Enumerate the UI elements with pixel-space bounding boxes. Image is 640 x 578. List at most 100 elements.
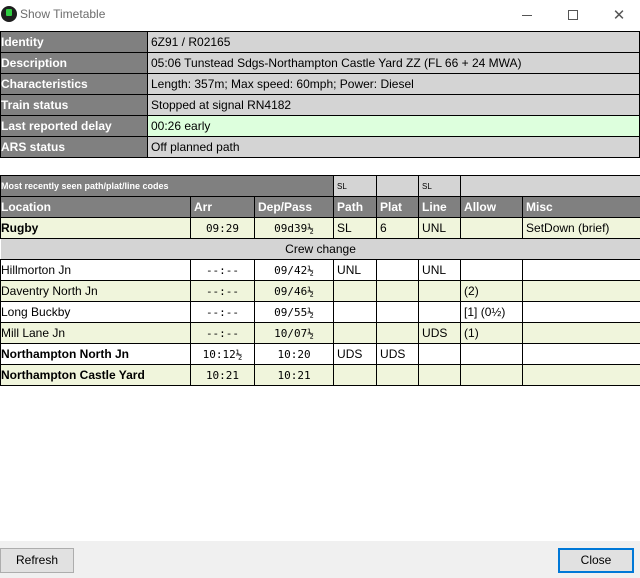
cell-arr: 09:29 <box>190 217 255 239</box>
cell-dep: 09/42½ <box>253 259 335 281</box>
column-header[interactable]: Arr <box>190 196 255 218</box>
cell-plat <box>376 364 420 386</box>
cell-misc: SetDown (brief) <box>522 217 640 239</box>
column-header[interactable]: Misc <box>522 196 640 218</box>
table-row[interactable]: Daventry North Jn --:-- 09/46½ (2) <box>0 280 640 302</box>
maximize-icon <box>568 10 578 20</box>
cell-allow: (2) <box>460 280 524 302</box>
cell-location: Daventry North Jn <box>0 280 191 302</box>
cell-misc <box>522 259 640 281</box>
refresh-button[interactable]: Refresh <box>0 548 74 573</box>
info-row-delay: Last reported delay 00:26 early <box>0 115 640 137</box>
table-row[interactable]: Long Buckby --:-- 09/55½ [1] (0½) <box>0 301 640 323</box>
info-value: Length: 357m; Max speed: 60mph; Power: D… <box>147 73 640 95</box>
train-info-table: Identity 6Z91 / R02165 Description 05:06… <box>0 31 640 158</box>
cell-arr: --:-- <box>190 280 255 302</box>
minimize-button[interactable] <box>504 0 550 30</box>
codes-path: SL <box>333 175 378 197</box>
cell-line: UNL <box>418 259 462 281</box>
close-icon: ✕ <box>612 6 626 24</box>
cell-location: Northampton North Jn <box>0 343 191 365</box>
cell-misc <box>522 322 640 344</box>
cell-dep: 10/07½ <box>253 322 335 344</box>
column-header[interactable]: Line <box>418 196 462 218</box>
button-bar <box>0 541 640 578</box>
cell-dep: 09d39½ <box>253 217 335 239</box>
cell-location: Mill Lane Jn <box>0 322 191 344</box>
cell-plat: UDS <box>376 343 420 365</box>
info-row-ars-status: ARS status Off planned path <box>0 136 640 158</box>
cell-line: UNL <box>418 217 462 239</box>
table-row[interactable]: Northampton North Jn 10:12½ 10:20 UDS UD… <box>0 343 640 365</box>
cell-allow: (1) <box>460 322 524 344</box>
cell-location: Rugby <box>0 217 191 239</box>
cell-plat <box>376 259 420 281</box>
cell-arr: 10:12½ <box>190 343 255 365</box>
cell-misc <box>522 301 640 323</box>
cell-allow: [1] (0½) <box>460 301 524 323</box>
minimize-icon <box>522 14 532 16</box>
info-value: 6Z91 / R02165 <box>147 31 640 53</box>
cell-line <box>418 301 462 323</box>
close-button[interactable]: Close <box>558 548 634 573</box>
table-row[interactable]: Rugby 09:29 09d39½ SL 6 UNL SetDown (bri… <box>0 217 640 239</box>
codes-subheader: Most recently seen path/plat/line codes … <box>0 175 640 197</box>
info-row-identity: Identity 6Z91 / R02165 <box>0 31 640 53</box>
codes-empty <box>460 175 640 197</box>
cell-arr: --:-- <box>190 322 255 344</box>
cell-location: Northampton Castle Yard <box>0 364 191 386</box>
column-header[interactable]: Dep/Pass <box>253 196 335 218</box>
cell-arr: --:-- <box>190 259 255 281</box>
cell-misc <box>522 280 640 302</box>
cell-arr: 10:21 <box>190 364 255 386</box>
cell-location: Long Buckby <box>0 301 191 323</box>
cell-path <box>333 322 378 344</box>
cell-path: UDS <box>333 343 378 365</box>
column-header[interactable]: Allow <box>460 196 524 218</box>
codes-plat <box>376 175 420 197</box>
info-row-train-status: Train status Stopped at signal RN4182 <box>0 94 640 116</box>
column-header[interactable]: Path <box>333 196 378 218</box>
app-icon <box>1 6 17 22</box>
cell-arr: --:-- <box>190 301 255 323</box>
cell-allow <box>460 364 524 386</box>
title-bar: Show Timetable ✕ <box>0 0 640 30</box>
cell-path <box>333 301 378 323</box>
codes-subheader-title: Most recently seen path/plat/line codes <box>0 175 335 197</box>
cell-path <box>333 364 378 386</box>
crew-change-label: Crew change <box>0 238 640 260</box>
table-row[interactable]: Mill Lane Jn --:-- 10/07½ UDS (1) <box>0 322 640 344</box>
codes-line: SL <box>418 175 462 197</box>
crew-change-row: Crew change <box>0 238 640 260</box>
cell-path <box>333 280 378 302</box>
cell-dep: 10:20 <box>253 343 335 365</box>
table-row[interactable]: Northampton Castle Yard 10:21 10:21 <box>0 364 640 386</box>
cell-plat: 6 <box>376 217 420 239</box>
cell-line <box>418 343 462 365</box>
column-header[interactable]: Location <box>0 196 191 218</box>
cell-line <box>418 364 462 386</box>
info-row-description: Description 05:06 Tunstead Sdgs-Northamp… <box>0 52 640 74</box>
table-row[interactable]: Hillmorton Jn --:-- 09/42½ UNL UNL <box>0 259 640 281</box>
info-label: Train status <box>0 94 148 116</box>
info-value: 05:06 Tunstead Sdgs-Northampton Castle Y… <box>147 52 640 74</box>
cell-plat <box>376 280 420 302</box>
close-window-button[interactable]: ✕ <box>596 0 640 30</box>
window-title: Show Timetable <box>20 7 106 21</box>
info-value: Stopped at signal RN4182 <box>147 94 640 116</box>
column-header-row: Location Arr Dep/Pass Path Plat Line All… <box>0 196 640 218</box>
cell-allow <box>460 259 524 281</box>
cell-path: SL <box>333 217 378 239</box>
cell-plat <box>376 301 420 323</box>
maximize-button[interactable] <box>550 0 596 30</box>
cell-location: Hillmorton Jn <box>0 259 191 281</box>
cell-line <box>418 280 462 302</box>
timetable-table: Most recently seen path/plat/line codes … <box>0 175 640 386</box>
column-header[interactable]: Plat <box>376 196 420 218</box>
cell-line: UDS <box>418 322 462 344</box>
cell-plat <box>376 322 420 344</box>
info-label: Description <box>0 52 148 74</box>
info-label: ARS status <box>0 136 148 158</box>
info-value: 00:26 early <box>147 115 640 137</box>
cell-misc <box>522 343 640 365</box>
